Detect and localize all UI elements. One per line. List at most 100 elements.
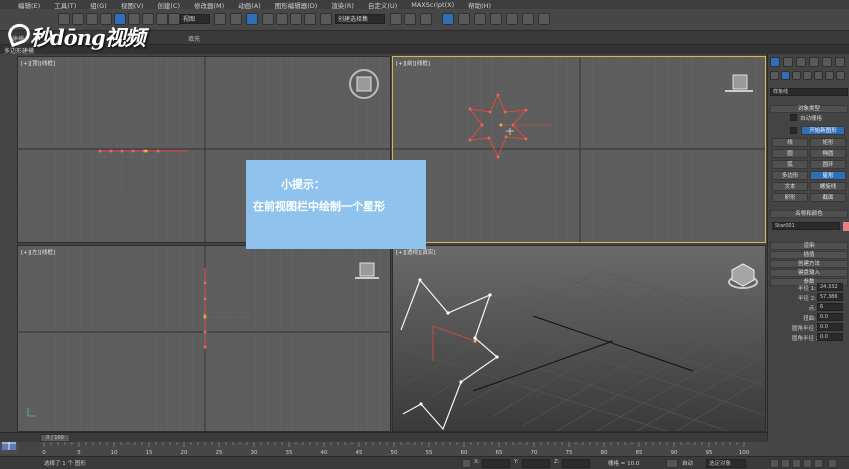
auto-grid-checkbox[interactable]	[790, 114, 797, 121]
cameras-icon[interactable]	[803, 71, 812, 80]
named-selection-combo[interactable]: 创建选择集	[335, 14, 385, 24]
time-slider-thumb[interactable]: 0 / 100	[40, 434, 70, 442]
spinner-snap-icon[interactable]	[304, 13, 316, 25]
pivot-icon[interactable]	[214, 13, 226, 25]
menu-bar: 编辑(E) 工具(T) 组(G) 视图(V) 创建(C) 修改器(M) 动画(A) 图形编辑器…	[0, 0, 849, 10]
viewcube-persp-icon[interactable]	[726, 260, 760, 292]
param-field-0[interactable]: 24.332	[817, 283, 843, 291]
rollout-1[interactable]: 插值	[770, 251, 848, 259]
selection-set-dropdown[interactable]: 选定对象	[706, 459, 746, 468]
layer-icon[interactable]	[420, 13, 432, 25]
play-icon[interactable]	[792, 459, 801, 468]
viewport-label-left[interactable]: [+][左][线框]	[21, 248, 55, 256]
object-name-field[interactable]: Star001	[772, 222, 840, 230]
percent-snap-icon[interactable]	[290, 13, 302, 25]
render-setup-icon[interactable]	[506, 13, 518, 25]
create-tab-icon[interactable]	[770, 57, 780, 67]
shape-button-4-0[interactable]: 文本	[772, 182, 808, 191]
hierarchy-tab-icon[interactable]	[796, 57, 806, 67]
zoom-extents-icon[interactable]	[828, 459, 837, 468]
render-icon[interactable]	[538, 13, 550, 25]
viewport-label-front[interactable]: [+][前][线框]	[396, 59, 430, 67]
keyboard-shortcut-icon[interactable]	[246, 13, 258, 25]
shape-button-2-0[interactable]: 弧	[772, 160, 808, 169]
shape-button-0-0[interactable]: 线	[772, 138, 808, 147]
object-type-rollout[interactable]: 对象类型	[770, 105, 848, 113]
scale-icon[interactable]	[168, 13, 180, 25]
object-color-swatch[interactable]	[843, 222, 849, 231]
graphite-icon[interactable]	[442, 13, 454, 25]
modify-tab-icon[interactable]	[783, 57, 793, 67]
shape-button-4-1[interactable]: 螺旋线	[810, 182, 846, 191]
display-tab-icon[interactable]	[822, 57, 832, 67]
x-label: X:	[474, 459, 480, 465]
viewport-perspective[interactable]: [+][透视][真实]	[392, 245, 766, 432]
material-editor-icon[interactable]	[490, 13, 502, 25]
helpers-icon[interactable]	[814, 71, 823, 80]
select-manip-icon[interactable]	[230, 13, 242, 25]
viewport-front[interactable]: [+][前][线框]	[392, 56, 766, 243]
schematic-icon[interactable]	[474, 13, 486, 25]
name-color-rollout[interactable]: 名称和颜色	[770, 210, 848, 218]
param-field-5[interactable]: 0.0	[817, 333, 843, 341]
viewport-left[interactable]: [+][左][线框]	[17, 245, 391, 432]
rotate-icon[interactable]	[156, 13, 168, 25]
viewcube-front-icon[interactable]	[723, 71, 755, 97]
edit-named-sel-icon[interactable]	[320, 13, 332, 25]
start-new-shape-button[interactable]: 开始新图形	[801, 126, 845, 135]
viewport-label-top[interactable]: [+][顶][线框]	[21, 59, 55, 67]
geometry-icon[interactable]	[770, 71, 779, 80]
time-slider[interactable]: 0 / 100	[0, 432, 767, 442]
spacewarps-icon[interactable]	[825, 71, 834, 80]
shape-button-5-0[interactable]: 卵形	[772, 193, 808, 202]
prev-frame-icon[interactable]	[781, 459, 790, 468]
snap-icon[interactable]	[262, 13, 274, 25]
param-field-4[interactable]: 0.0	[817, 323, 843, 331]
shapes-icon[interactable]	[781, 71, 790, 80]
add-time-tag-icon[interactable]	[666, 459, 678, 468]
systems-icon[interactable]	[836, 71, 845, 80]
next-frame-icon[interactable]	[803, 459, 812, 468]
param-field-1[interactable]: 57.386	[817, 293, 843, 301]
lights-icon[interactable]	[792, 71, 801, 80]
create-subtabs	[770, 71, 848, 81]
viewcube-left-icon[interactable]	[353, 260, 381, 280]
param-field-2[interactable]: 6	[817, 303, 843, 311]
motion-tab-icon[interactable]	[809, 57, 819, 67]
ref-coord-combo[interactable]: 视图	[180, 14, 210, 24]
rollout-0[interactable]: 渲染	[770, 242, 848, 250]
track-bar[interactable]: 0 5 10 15 20 25 30 35 40 45 50 55 60 65 70 75 80 85 90 95 10…	[40, 442, 767, 456]
shape-button-3-0[interactable]: 多边形	[772, 171, 808, 180]
angle-snap-icon[interactable]	[276, 13, 288, 25]
tab-populate[interactable]: 填充	[188, 34, 200, 43]
viewport-label-persp[interactable]: [+][透视][真实]	[396, 248, 435, 256]
auto-key-label[interactable]: 自动	[682, 459, 693, 467]
shape-button-0-1[interactable]: 矩形	[810, 138, 846, 147]
y-coord-field[interactable]	[522, 459, 550, 468]
go-end-icon[interactable]	[814, 459, 823, 468]
start-new-shape-checkbox[interactable]	[790, 127, 797, 134]
z-coord-field[interactable]	[562, 459, 590, 468]
viewcube-top-icon[interactable]	[348, 68, 380, 100]
grid-persp	[393, 246, 765, 431]
param-label-3: 扭曲:	[803, 316, 816, 322]
shape-category-dropdown[interactable]: 样条线	[770, 88, 848, 96]
param-label-4: 圆角半径 1:	[792, 326, 822, 332]
align-icon[interactable]	[404, 13, 416, 25]
go-start-icon[interactable]	[770, 459, 779, 468]
utilities-tab-icon[interactable]	[835, 57, 845, 67]
rollout-2[interactable]: 创建方法	[770, 260, 848, 268]
menu-item-10[interactable]: MAXScript(X)	[411, 1, 454, 9]
shape-button-5-1[interactable]: 截面	[810, 193, 846, 202]
param-field-3[interactable]: 0.0	[817, 313, 843, 321]
lock-selection-icon[interactable]	[462, 459, 471, 468]
shape-button-2-1[interactable]: 圆环	[810, 160, 846, 169]
rollout-3[interactable]: 键盘输入	[770, 269, 848, 277]
shape-button-3-1[interactable]: 星形	[810, 171, 846, 180]
shape-button-1-0[interactable]: 圆	[772, 149, 808, 158]
render-frame-icon[interactable]	[522, 13, 534, 25]
mirror-icon[interactable]	[390, 13, 402, 25]
curve-editor-icon[interactable]	[458, 13, 470, 25]
shape-button-1-1[interactable]: 椭圆	[810, 149, 846, 158]
x-coord-field[interactable]	[482, 459, 510, 468]
